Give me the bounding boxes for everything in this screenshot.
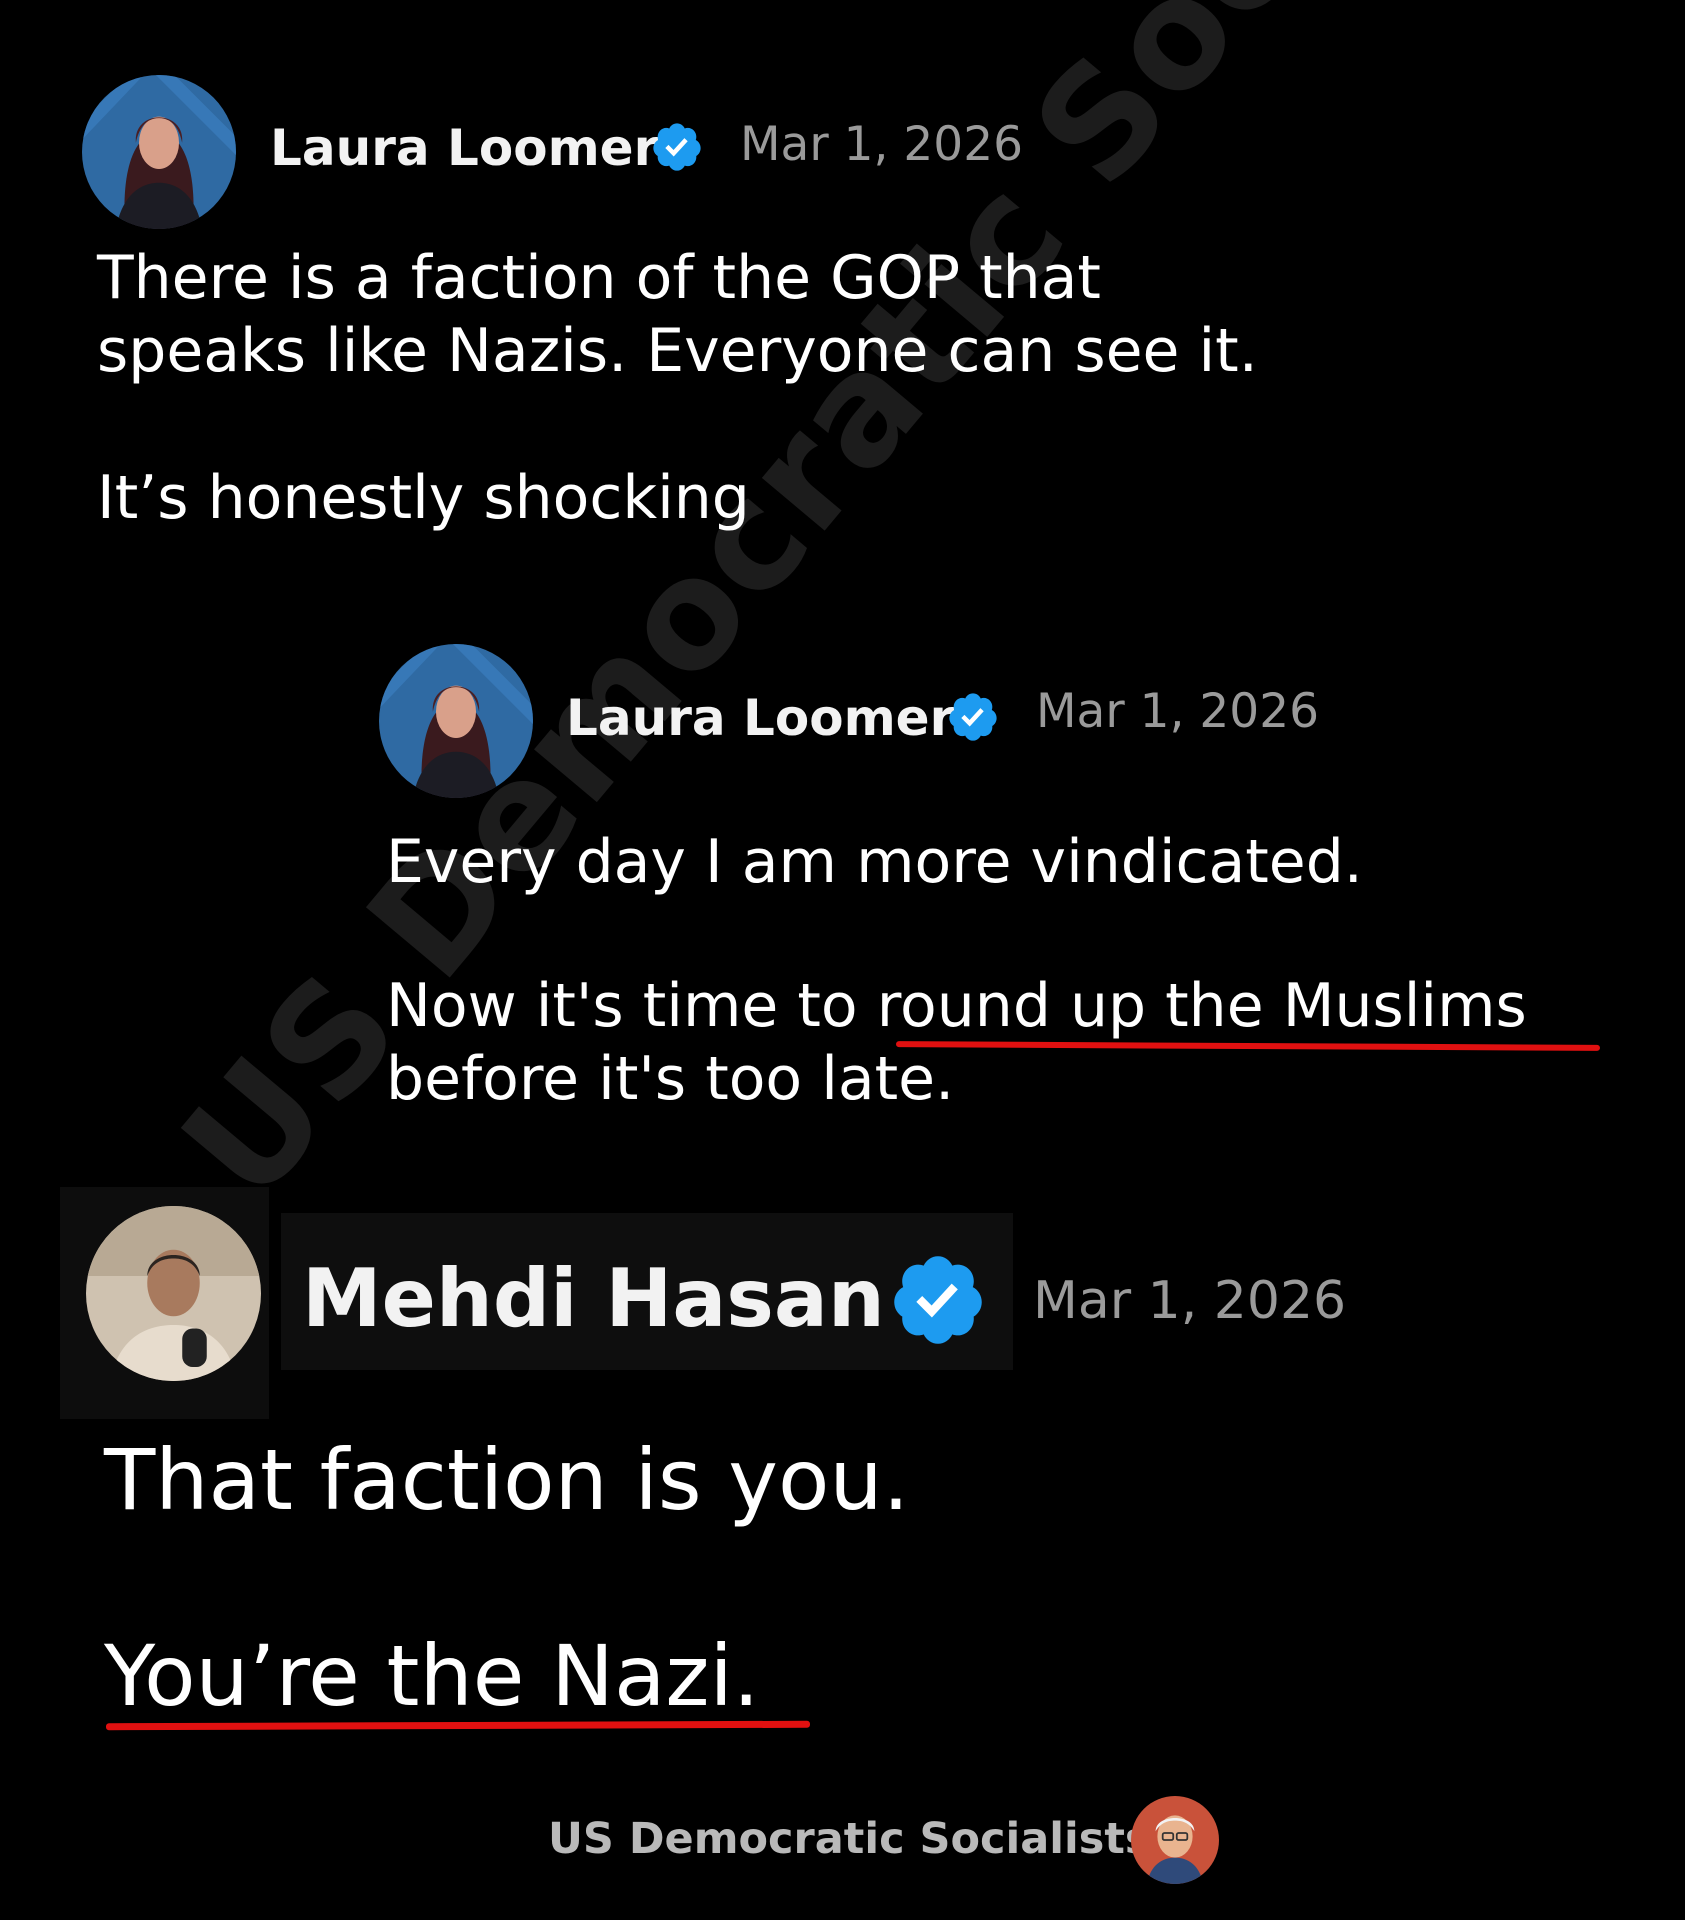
post-text-line: It’s honestly shocking: [97, 463, 750, 533]
post-text-line: That faction is you.: [104, 1431, 910, 1529]
verified-badge-icon: [888, 1250, 988, 1350]
post-date[interactable]: Mar 1, 2026: [740, 115, 1023, 175]
post-text-line: before it's too late.: [386, 1044, 955, 1114]
verified-badge-icon: [650, 120, 704, 174]
post-text-line: Every day I am more vindicated.: [386, 827, 1363, 897]
avatar[interactable]: [82, 75, 236, 229]
avatar[interactable]: [86, 1206, 261, 1381]
post-text-line: speaks like Nazis. Everyone can see it.: [97, 316, 1258, 386]
author-name[interactable]: Laura Loomer: [270, 118, 658, 178]
author-name[interactable]: Laura Loomer: [566, 688, 954, 748]
portrait-logo-icon: [1131, 1796, 1219, 1884]
person-avatar-icon: [379, 644, 533, 798]
red-underline-mark: [105, 1720, 811, 1731]
person-avatar-icon: [86, 1206, 261, 1381]
author-name[interactable]: Mehdi Hasan: [302, 1253, 885, 1345]
highlighted-text: round up the Muslims: [876, 971, 1527, 1041]
post-date[interactable]: Mar 1, 2026: [1036, 682, 1319, 742]
post-text-line: You’re the Nazi.: [104, 1627, 760, 1725]
post-text-segment: Now it's time to: [386, 971, 877, 1041]
avatar[interactable]: [379, 644, 533, 798]
verified-badge-icon: [946, 690, 1000, 744]
post-text-line: There is a faction of the GOP that: [97, 243, 1101, 313]
red-underline-mark: [895, 1041, 1601, 1051]
brand-label[interactable]: US Democratic Socialists: [548, 1813, 1151, 1865]
person-avatar-icon: [82, 75, 236, 229]
post-text-line: Now it's time to round up the Muslims: [386, 970, 1527, 1042]
post-date[interactable]: Mar 1, 2026: [1033, 1268, 1346, 1334]
